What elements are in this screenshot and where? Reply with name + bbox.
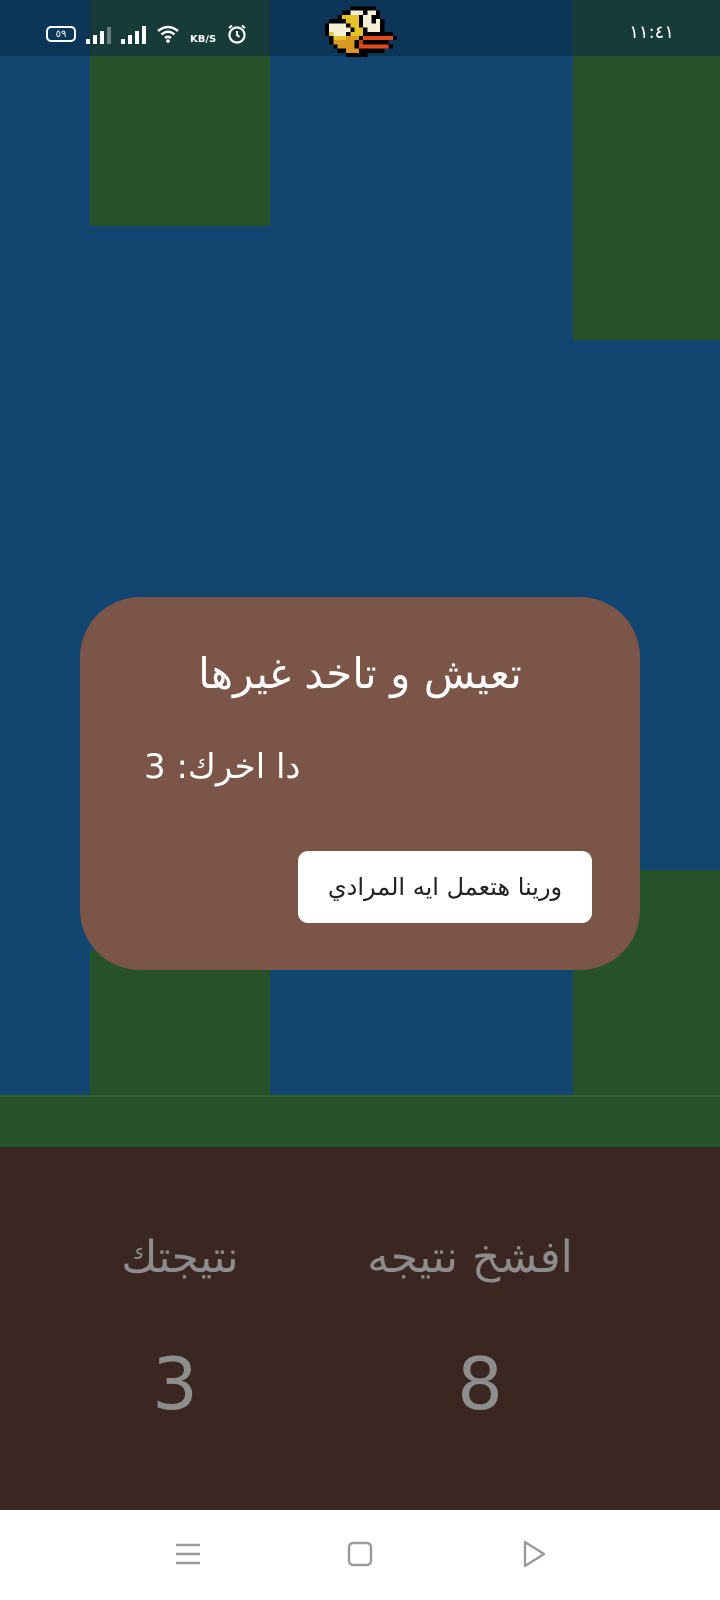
bird-icon (325, 6, 397, 58)
menu-button[interactable] (166, 1532, 210, 1576)
back-button[interactable] (512, 1532, 556, 1576)
home-icon (347, 1541, 373, 1567)
network-speed: KB/S (190, 34, 217, 45)
ground-line (0, 1095, 720, 1097)
current-score-label: نتيجتك (121, 1232, 239, 1283)
dialog-score-message: دا اخرك: 3 (144, 747, 301, 787)
clock: ١١:٤١ (629, 22, 674, 43)
back-icon (523, 1540, 546, 1568)
navigation-bar (0, 1510, 720, 1600)
game-over-dialog: تعيش و تاخد غيرها دا اخرك: 3 ورينا هتعمل… (80, 597, 640, 970)
battery-icon: ٥٩ (46, 26, 76, 42)
best-score-value: 8 (457, 1342, 503, 1426)
play-again-button[interactable]: ورينا هتعمل ايه المرادي (298, 851, 592, 923)
alarm-icon (228, 24, 246, 44)
pipe-bottom-left (90, 950, 270, 1095)
signal-sim1-icon (86, 24, 111, 44)
status-icons: ٥٩ KB/S (46, 22, 248, 46)
home-button[interactable] (338, 1532, 382, 1576)
wifi-icon (157, 25, 179, 43)
score-panel: افشخ نتيجه 8 نتيجتك 3 (0, 1147, 720, 1510)
menu-icon (176, 1543, 200, 1565)
ground (0, 1095, 720, 1147)
dialog-title: تعيش و تاخد غيرها (198, 649, 522, 698)
best-score-label: افشخ نتيجه (367, 1232, 573, 1283)
current-score-value: 3 (152, 1342, 198, 1426)
signal-sim2-icon (121, 24, 146, 44)
